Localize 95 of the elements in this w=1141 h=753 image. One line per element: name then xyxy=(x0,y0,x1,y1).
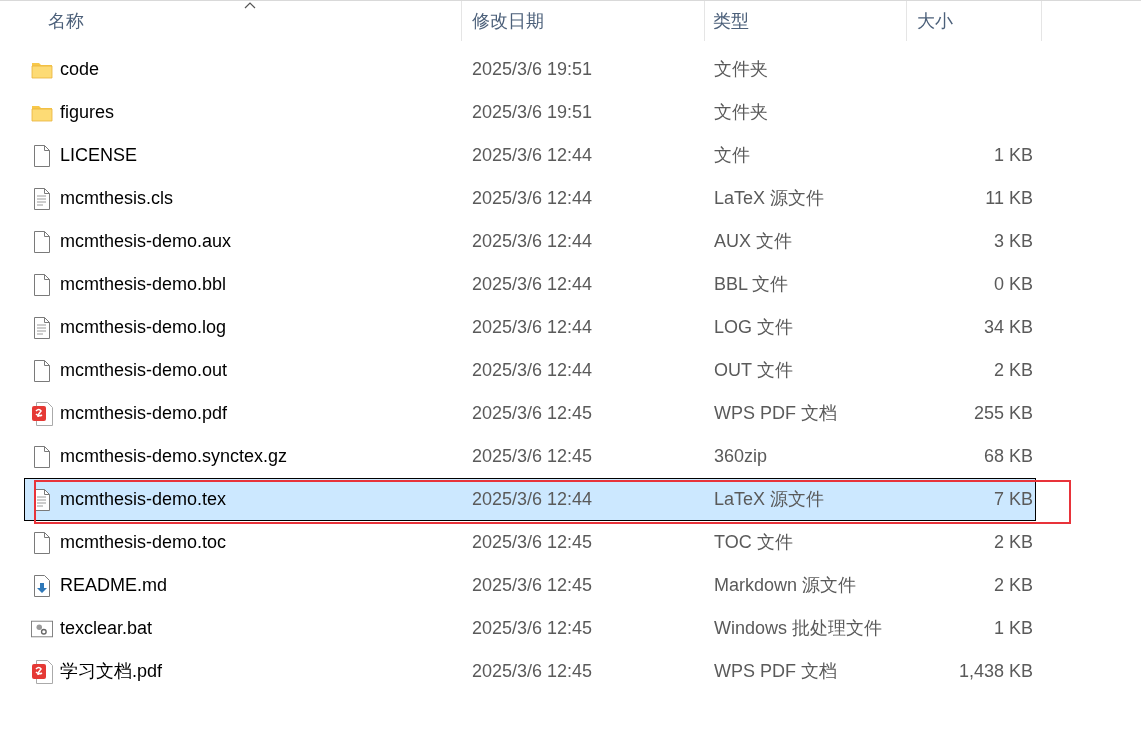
modified-date: 2025/3/6 12:45 xyxy=(472,403,593,423)
file-size: 0 KB xyxy=(993,274,1033,294)
file-type: 360zip xyxy=(714,446,768,466)
file-icon xyxy=(33,230,51,253)
file-name: 学习文档.pdf xyxy=(60,660,163,683)
file-icon xyxy=(33,531,51,554)
modified-date: 2025/3/6 12:44 xyxy=(472,317,593,337)
file-icon xyxy=(33,445,51,468)
file-size: 11 KB xyxy=(985,188,1033,208)
file-name: mcmthesis-demo.out xyxy=(60,359,228,382)
file-type: AUX 文件 xyxy=(714,231,792,251)
file-size: 3 KB xyxy=(993,231,1033,251)
file-icon xyxy=(33,359,51,382)
modified-date: 2025/3/6 12:44 xyxy=(472,360,593,380)
file-icon xyxy=(33,273,51,296)
pdf-file-icon xyxy=(31,401,53,426)
file-type: 文件夹 xyxy=(714,59,768,79)
file-icon xyxy=(33,144,51,167)
file-name: code xyxy=(60,58,100,81)
file-name: mcmthesis-demo.pdf xyxy=(60,402,228,425)
file-type: LOG 文件 xyxy=(714,317,793,337)
file-size: 255 KB xyxy=(973,403,1033,423)
column-header-cell[interactable]: 类型 xyxy=(705,1,907,41)
file-name: mcmthesis-demo.aux xyxy=(60,230,232,253)
file-name: mcmthesis-demo.log xyxy=(60,316,227,339)
modified-date: 2025/3/6 12:44 xyxy=(472,188,593,208)
file-name: mcmthesis-demo.bbl xyxy=(60,273,227,296)
modified-date: 2025/3/6 19:51 xyxy=(472,102,593,122)
file-name: LICENSE xyxy=(60,144,138,167)
file-size: 34 KB xyxy=(983,317,1033,337)
gear-file-icon xyxy=(31,619,53,638)
file-size: 1 KB xyxy=(993,618,1033,638)
file-name: figures xyxy=(60,101,115,124)
modified-date: 2025/3/6 12:45 xyxy=(472,532,593,552)
file-type: 文件 xyxy=(714,145,750,165)
text-file-icon xyxy=(33,187,51,210)
modified-date: 2025/3/6 12:44 xyxy=(472,145,593,165)
file-size: 2 KB xyxy=(993,360,1033,380)
file-row[interactable]: mcmthesis.cls 2025/3/6 12:44 LaTeX 源文件 11 KB xyxy=(24,177,1036,220)
column-header-cell[interactable]: 修改日期 xyxy=(462,1,705,41)
file-row[interactable]: mcmthesis-demo.pdf 2025/3/6 12:45 WPS PDF 文档 255 KB xyxy=(24,392,1036,435)
folder-icon xyxy=(31,103,53,122)
file-name: texclear.bat xyxy=(60,617,153,640)
markdown-file-icon xyxy=(33,574,51,597)
file-size: 1 KB xyxy=(993,145,1033,165)
text-file-icon xyxy=(33,316,51,339)
modified-date: 2025/3/6 12:44 xyxy=(472,489,593,509)
file-type: WPS PDF 文档 xyxy=(714,661,837,681)
file-row[interactable]: 学习文档.pdf 2025/3/6 12:45 WPS PDF 文档 1,438 KB xyxy=(24,650,1036,693)
column-header: 修改日期 xyxy=(472,9,544,33)
file-name: mcmthesis.cls xyxy=(60,187,173,210)
file-size: 7 KB xyxy=(993,489,1033,509)
file-type: WPS PDF 文档 xyxy=(714,403,837,423)
column-header-cell[interactable]: 大小 xyxy=(907,1,1042,41)
file-name: mcmthesis-demo.synctex.gz xyxy=(60,445,288,468)
file-row[interactable]: mcmthesis-demo.log 2025/3/6 12:44 LOG 文件 34 KB xyxy=(24,306,1036,349)
file-row[interactable]: figures 2025/3/6 19:51 文件夹 xyxy=(24,91,1036,134)
file-type: 文件夹 xyxy=(714,102,768,122)
file-type: BBL 文件 xyxy=(714,274,789,294)
column-header-cell[interactable]: 名称 xyxy=(0,1,462,41)
modified-date: 2025/3/6 12:45 xyxy=(472,618,593,638)
file-size: 2 KB xyxy=(993,575,1033,595)
file-row[interactable]: README.md 2025/3/6 12:45 Markdown 源文件 2 KB xyxy=(24,564,1036,607)
file-size: 1,438 KB xyxy=(958,661,1033,681)
file-row[interactable]: mcmthesis-demo.bbl 2025/3/6 12:44 BBL 文件 0 KB xyxy=(24,263,1036,306)
file-size: 68 KB xyxy=(983,446,1033,466)
modified-date: 2025/3/6 12:44 xyxy=(472,274,593,294)
file-name: README.md xyxy=(60,574,167,597)
modified-date: 2025/3/6 12:44 xyxy=(472,231,593,251)
modified-date: 2025/3/6 12:45 xyxy=(472,661,593,681)
file-type: LaTeX 源文件 xyxy=(714,188,825,208)
folder-icon xyxy=(31,60,53,79)
file-type: LaTeX 源文件 xyxy=(714,489,825,509)
file-row[interactable]: mcmthesis-demo.aux 2025/3/6 12:44 AUX 文件 3 KB xyxy=(24,220,1036,263)
pdf-file-icon xyxy=(31,659,53,684)
column-header: 名称 xyxy=(48,9,84,33)
modified-date: 2025/3/6 12:45 xyxy=(472,446,593,466)
file-type: TOC 文件 xyxy=(714,532,793,552)
file-row[interactable]: code 2025/3/6 19:51 文件夹 xyxy=(24,48,1036,91)
file-row[interactable]: mcmthesis-demo.synctex.gz 2025/3/6 12:45 360zip 68 KB xyxy=(24,435,1036,478)
modified-date: 2025/3/6 12:45 xyxy=(472,575,593,595)
sort-caret-icon xyxy=(244,2,257,9)
file-name: mcmthesis-demo.toc xyxy=(60,531,227,554)
file-type: Markdown 源文件 xyxy=(714,575,857,595)
file-row[interactable]: LICENSE 2025/3/6 12:44 文件 1 KB xyxy=(24,134,1036,177)
file-type: Windows 批处理文件 xyxy=(714,618,883,638)
file-row[interactable]: mcmthesis-demo.out 2025/3/6 12:44 OUT 文件 2 KB xyxy=(24,349,1036,392)
file-name: mcmthesis-demo.tex xyxy=(60,488,227,511)
file-size: 2 KB xyxy=(993,532,1033,552)
file-row[interactable]: texclear.bat 2025/3/6 12:45 Windows 批处理文件 1 KB xyxy=(24,607,1036,650)
column-header: 类型 xyxy=(713,9,749,33)
modified-date: 2025/3/6 19:51 xyxy=(472,59,593,79)
column-header: 大小 xyxy=(917,9,953,33)
file-type: OUT 文件 xyxy=(714,360,793,380)
file-row[interactable]: mcmthesis-demo.toc 2025/3/6 12:45 TOC 文件 2 KB xyxy=(24,521,1036,564)
